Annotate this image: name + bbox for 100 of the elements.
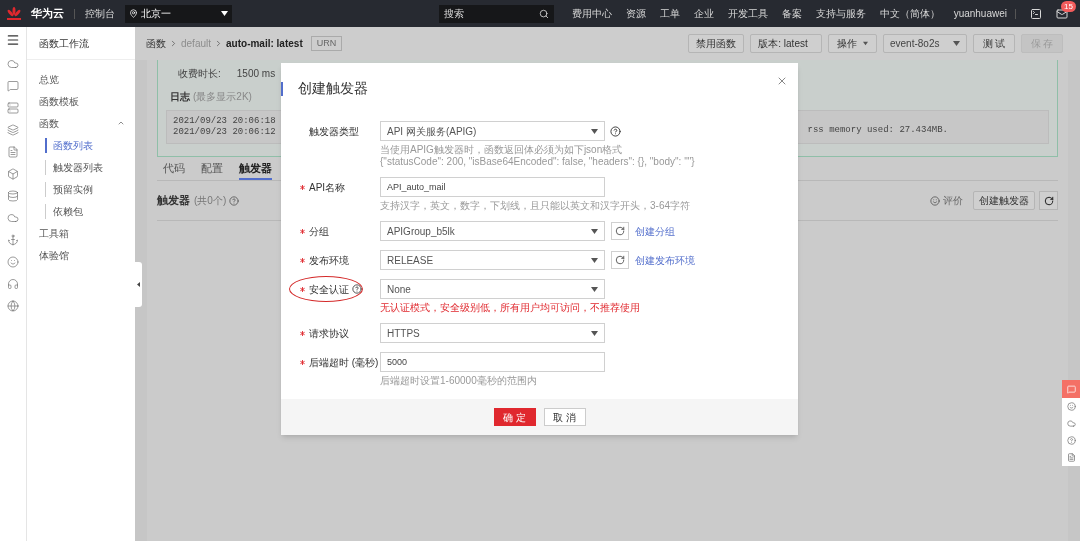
log-line: rss memory used: 27.434MB.: [807, 124, 948, 138]
breadcrumb-item[interactable]: 函数: [146, 36, 166, 51]
select-field[interactable]: HTTPS: [380, 323, 605, 343]
sidebar-item[interactable]: 工具箱: [39, 225, 69, 241]
refresh-button[interactable]: [1039, 191, 1058, 210]
sidebar-item[interactable]: 依赖包: [45, 203, 83, 219]
mail-icon[interactable]: [1056, 7, 1068, 20]
help-icon[interactable]: [610, 125, 621, 137]
tab[interactable]: 代码: [163, 159, 185, 180]
search-field[interactable]: 搜索: [438, 4, 554, 23]
service-icon[interactable]: [7, 256, 19, 268]
sidebar-item[interactable]: 函数: [39, 115, 59, 131]
caret-icon: [863, 41, 868, 46]
create-link[interactable]: 创建发布环境: [635, 252, 695, 268]
field-label: 后端超时 (毫秒): [309, 355, 379, 370]
caret-icon: [591, 257, 598, 263]
region-select[interactable]: 北京一: [125, 4, 232, 23]
service-icon[interactable]: [7, 234, 19, 246]
input-field[interactable]: 5000: [380, 352, 605, 372]
field-label: API名称: [309, 180, 346, 195]
confirm-button[interactable]: 确 定: [493, 408, 536, 426]
hint-text: {"statusCode": 200, "isBase64Encoded": false, "headers": {}, "body": ""}: [380, 156, 696, 168]
hint-text: 当使用APIG触发器时，函数返回体必须为如下json格式: [380, 144, 624, 156]
breadcrumb-item: auto-mail: latest: [226, 37, 303, 51]
refresh-icon: [1043, 195, 1054, 206]
service-icon[interactable]: [7, 278, 19, 290]
close-icon[interactable]: [776, 75, 788, 87]
service-icon[interactable]: [7, 124, 19, 136]
refresh-icon: [615, 226, 625, 236]
field-label: 触发器类型: [309, 124, 359, 139]
service-icon[interactable]: [7, 190, 19, 202]
terminal-icon[interactable]: [1030, 7, 1042, 20]
tool-icon[interactable]: [1066, 419, 1076, 428]
refresh-icon: [615, 255, 625, 265]
nav-link[interactable]: 资源: [625, 6, 646, 21]
sidebar-item[interactable]: 总览: [39, 71, 59, 87]
create-trigger-button[interactable]: 创建触发器: [973, 191, 1035, 210]
refresh-button[interactable]: [611, 251, 629, 269]
caret-icon: [591, 330, 598, 336]
log-line: 2021/09/23 20:06:12: [173, 127, 276, 138]
input-field[interactable]: API_auto_mail: [380, 177, 605, 197]
sidebar-item[interactable]: 预留实例: [45, 181, 93, 197]
actions-dropdown[interactable]: 操作: [828, 34, 877, 53]
tool-icon[interactable]: [1066, 402, 1076, 411]
collapse-handle[interactable]: [135, 262, 142, 307]
tab[interactable]: 配置: [201, 159, 223, 180]
refresh-button[interactable]: [611, 222, 629, 240]
caret-icon: [591, 128, 598, 134]
test-button[interactable]: 测 试: [973, 34, 1015, 53]
select-field[interactable]: API 网关服务(APIG): [380, 121, 605, 141]
tool-icon[interactable]: [1066, 453, 1076, 462]
nav-link[interactable]: 企业: [693, 6, 714, 21]
rate-link[interactable]: 评价: [943, 193, 963, 208]
tab[interactable]: 触发器: [239, 159, 272, 180]
service-icon[interactable]: [7, 212, 19, 224]
field-label: 发布环境: [309, 253, 349, 268]
nav-link[interactable]: 工单: [659, 6, 680, 21]
version-dropdown[interactable]: 版本: latest: [750, 34, 822, 53]
brand-name[interactable]: 华为云: [31, 5, 64, 22]
create-link[interactable]: 创建分组: [635, 223, 675, 239]
hint-text: 支持汉字，英文，数字，下划线，且只能以英文和汉字开头，3-64字符: [380, 200, 691, 212]
feedback-button[interactable]: [1062, 380, 1080, 398]
sidebar-item[interactable]: 函数列表: [45, 137, 93, 153]
nav-link[interactable]: 开发工具: [727, 6, 768, 21]
select-field[interactable]: None: [380, 279, 605, 299]
hint-text: 后端超时设置1-60000毫秒的范围内: [380, 375, 538, 387]
service-icon[interactable]: [7, 58, 19, 70]
smile-icon: [930, 195, 940, 206]
service-icon[interactable]: [7, 102, 19, 114]
search-icon: [538, 8, 549, 19]
service-icon[interactable]: [7, 168, 19, 180]
service-icon[interactable]: [7, 300, 19, 312]
log-title: 日志: [170, 90, 190, 104]
service-icon[interactable]: [7, 146, 19, 158]
chat-icon: [1066, 384, 1076, 394]
nav-link[interactable]: 备案: [781, 6, 802, 21]
sidebar-item[interactable]: 函数模板: [39, 93, 79, 109]
select-field[interactable]: RELEASE: [380, 250, 605, 270]
tool-icon[interactable]: [1066, 436, 1076, 445]
sidebar-item[interactable]: 触发器列表: [45, 159, 103, 175]
disable-function-button[interactable]: 禁用函数: [688, 34, 744, 53]
menu-icon[interactable]: [6, 33, 20, 47]
nav-link[interactable]: 费用中心: [571, 6, 612, 21]
event-select[interactable]: event-8o2s: [883, 34, 967, 53]
log-line: 2021/09/23 20:06:18: [173, 116, 276, 127]
service-icon[interactable]: [7, 80, 19, 92]
dialog-title: 创建触发器: [298, 78, 368, 98]
nav-link[interactable]: 中文（简体）: [879, 6, 940, 21]
select-field[interactable]: APIGroup_b5lk: [380, 221, 605, 241]
duration-value: 1500 ms: [236, 67, 276, 81]
sidebar-item[interactable]: 体验馆: [39, 247, 69, 263]
cancel-button[interactable]: 取 消: [543, 408, 586, 426]
nav-link[interactable]: 支持与服务: [815, 6, 866, 21]
help-icon[interactable]: [352, 284, 362, 294]
console-link[interactable]: 控制台: [85, 6, 115, 21]
sidebar-title: 函数工作流: [39, 36, 89, 51]
chevron-icon: [169, 39, 178, 48]
urn-button[interactable]: URN: [310, 36, 343, 51]
collapse-icon[interactable]: [117, 119, 125, 127]
user-name[interactable]: yuanhuawei: [953, 6, 1007, 21]
